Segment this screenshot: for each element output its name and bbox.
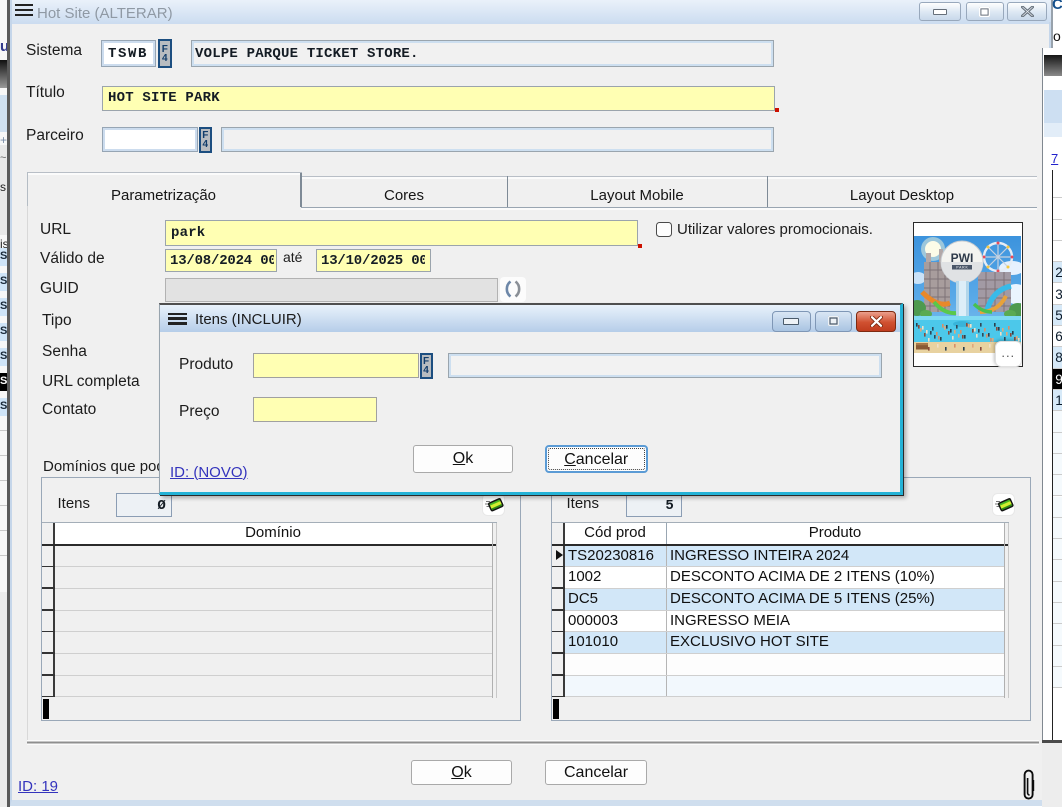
svg-text:PWI: PWI	[951, 251, 974, 265]
svg-text:P A R K: P A R K	[956, 265, 968, 269]
